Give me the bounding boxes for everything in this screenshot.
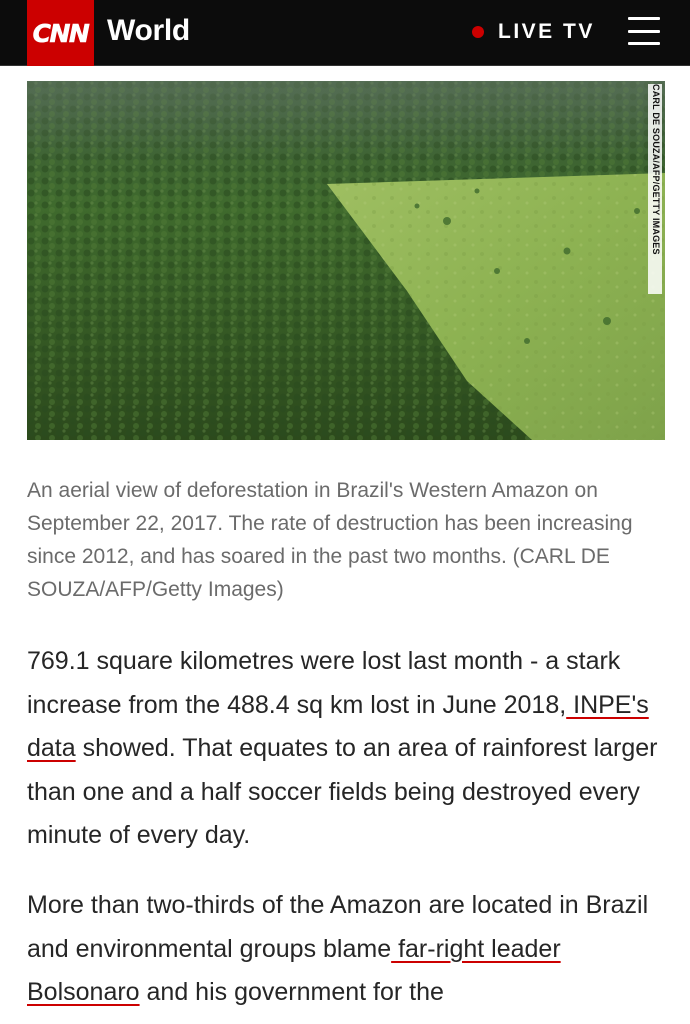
article-paragraph-1: 769.1 square kilometres were lost last m… [27, 640, 667, 858]
image-caption: An aerial view of deforestation in Brazi… [27, 479, 633, 601]
hamburger-menu-icon[interactable] [628, 16, 660, 46]
paragraph-text: showed. That equates to an area of rainf… [27, 734, 658, 849]
cnn-logo-text: CNN [32, 18, 90, 48]
top-nav-bar: CNN World LIVE TV [0, 0, 690, 66]
paragraph-text: and his government for the [139, 978, 444, 1006]
section-title[interactable]: World [107, 14, 190, 48]
live-tv-label: LIVE TV [498, 20, 595, 43]
live-dot-icon [472, 26, 484, 38]
hero-image [27, 81, 665, 440]
paragraph-text: 769.1 square kilometres were lost last m… [27, 647, 621, 719]
live-tv-button[interactable]: LIVE TV [472, 20, 595, 44]
photo-credit-text: CARL DE SOUZA/AFP/GETTY IMAGES [651, 84, 661, 255]
cnn-logo[interactable]: CNN [27, 0, 94, 66]
article-paragraph-2: More than two-thirds of the Amazon are l… [27, 884, 667, 1015]
photo-credit: CARL DE SOUZA/AFP/GETTY IMAGES [646, 84, 662, 294]
